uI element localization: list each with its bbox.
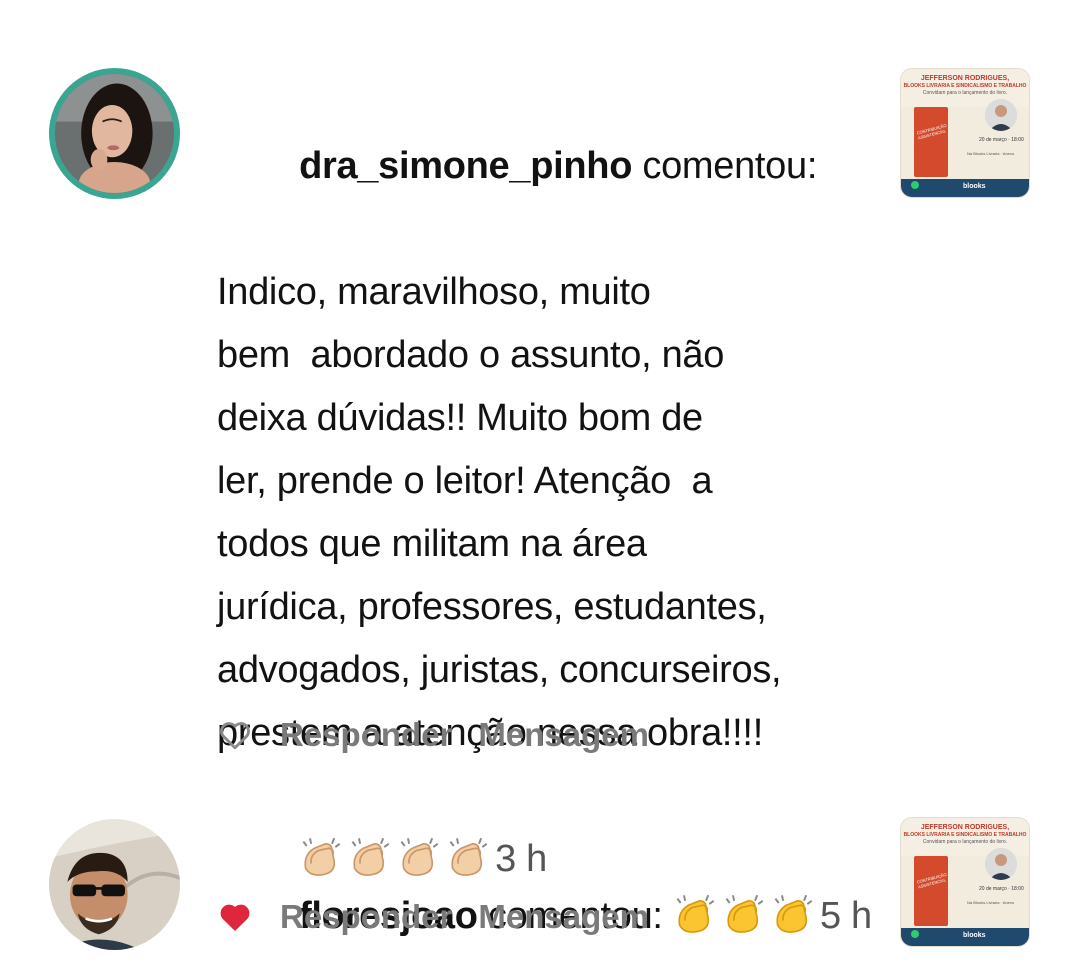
brand-logo: blooks [963, 932, 986, 939]
author-photo [985, 848, 1017, 880]
activity-feed: dra_simone_pinho comentou: Indico, marav… [0, 0, 1080, 978]
whatsapp-icon [911, 930, 919, 938]
comment-line: ler, prende o leitor! Atenção a [217, 460, 713, 502]
comment-line: advogados, juristas, concurseiros, [217, 649, 782, 691]
clapping-hands-icon [771, 892, 815, 936]
comment-line: todos que militam na área [217, 523, 647, 565]
event-place: Na Blooks Livraria · Anexo [967, 900, 1015, 905]
brand-logo: blooks [963, 183, 986, 190]
comment-timestamp: 5 h [819, 895, 872, 937]
comment-username[interactable]: dra_simone_pinho [299, 145, 632, 187]
book-cover-image: CONTRIBUIÇÃO ASSISTENCIAL [914, 107, 948, 177]
event-place: Na Blooks Livraria · Anexo [967, 151, 1015, 156]
author-photo [985, 99, 1017, 131]
comment-actions: Responder Mensagem [217, 897, 675, 937]
avatar-photo [49, 819, 180, 950]
avatar[interactable] [49, 819, 180, 950]
clapping-hands-icon [722, 892, 766, 936]
clapping-hands-icon [673, 892, 717, 936]
event-date: 20 de março · 18:00 [979, 137, 1024, 143]
avatar[interactable] [55, 74, 174, 193]
event-date: 20 de março · 18:00 [979, 886, 1024, 892]
heart-outline-icon[interactable] [217, 717, 253, 753]
message-button[interactable]: Mensagem [478, 898, 649, 936]
thumbnail-footer: blooks [901, 928, 1029, 946]
comment-line: deixa dúvidas!! Muito bom de [217, 397, 703, 439]
post-thumbnail[interactable]: JEFFERSON RODRIGUES, BLOOKS LIVRARIA E S… [900, 68, 1030, 198]
reply-button[interactable]: Responder [280, 716, 452, 754]
reply-button[interactable]: Responder [280, 898, 452, 936]
comment-line: Indico, maravilhoso, muito [217, 271, 651, 313]
comment-action-text: comentou: [632, 145, 818, 187]
heart-filled-icon[interactable] [217, 899, 253, 935]
book-cover-image: CONTRIBUIÇÃO ASSISTENCIAL [914, 856, 948, 926]
comment-line: jurídica, professores, estudantes, [217, 586, 767, 628]
comment-actions: Responder Mensagem [217, 715, 675, 755]
thumbnail-footer: blooks [901, 179, 1029, 197]
comment-line: bem abordado o assunto, não [217, 334, 725, 376]
avatar-photo [55, 74, 174, 193]
post-thumbnail[interactable]: JEFFERSON RODRIGUES, BLOOKS LIVRARIA E S… [900, 817, 1030, 947]
whatsapp-icon [911, 181, 919, 189]
message-button[interactable]: Mensagem [478, 716, 649, 754]
